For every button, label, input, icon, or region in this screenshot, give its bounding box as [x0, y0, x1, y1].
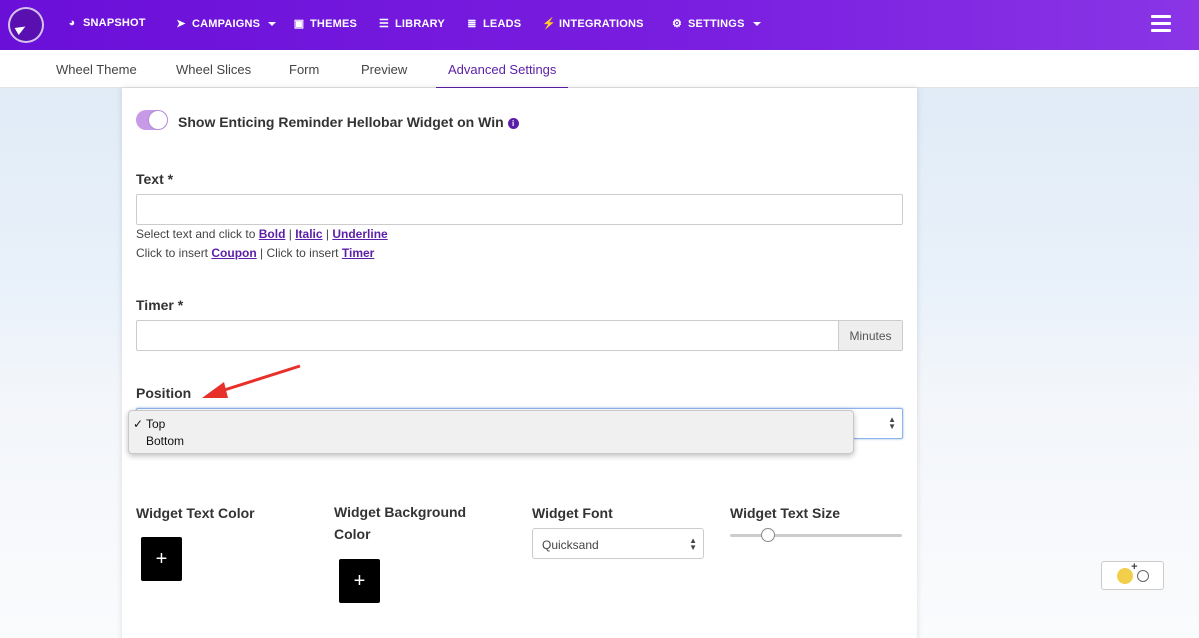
chevron-down-icon [752, 21, 761, 26]
timer-label: Timer * [136, 297, 184, 313]
nav-campaigns[interactable]: ➤ CAMPAIGNS [175, 17, 277, 30]
widget-bg-color-label: Widget Background Color [334, 504, 467, 542]
image-icon: ▣ [293, 18, 305, 30]
nav-themes[interactable]: ▣ THEMES [293, 17, 357, 31]
minutes-addon: Minutes [838, 321, 902, 350]
widget-font-select[interactable]: Quicksand ▲ ▼ [532, 528, 704, 559]
plug-icon: ⚡ [542, 18, 556, 30]
underline-link[interactable]: Underline [332, 227, 387, 241]
tab-preview[interactable]: Preview [361, 62, 407, 77]
bold-link[interactable]: Bold [259, 227, 286, 241]
library-icon: ☰ [378, 18, 390, 30]
hellobar-widget-toggle[interactable] [136, 110, 168, 130]
chevron-down-icon [268, 21, 277, 26]
tab-advanced-settings[interactable]: Advanced Settings [435, 62, 569, 89]
italic-link[interactable]: Italic [295, 227, 322, 241]
select-arrows-icon: ▲ ▼ [689, 536, 697, 552]
widget-font-label: Widget Font [532, 505, 613, 521]
dashboard-icon: ◕ [68, 17, 76, 29]
select-arrows-icon: ▲ ▼ [888, 415, 896, 431]
emoji-add-icon [1116, 561, 1138, 584]
nav-integrations[interactable]: ⚡ INTEGRATIONS [542, 17, 644, 31]
position-option-bottom[interactable]: Bottom [133, 434, 184, 448]
tab-form[interactable]: Form [289, 62, 319, 77]
nav-settings[interactable]: ⚙ SETTINGS [671, 17, 761, 30]
text-label: Text * [136, 171, 174, 187]
widget-text-size-track[interactable] [730, 534, 902, 537]
text-input[interactable] [136, 194, 903, 225]
nav-snapshot[interactable]: ◕ SNAPSHOT [66, 17, 146, 29]
cogs-icon: ⚙ [671, 18, 683, 30]
nav-library[interactable]: ☰ LIBRARY [378, 17, 445, 31]
top-navbar: ◕ SNAPSHOT ➤ CAMPAIGNS ▣ THEMES ☰ LIBRAR… [0, 0, 1199, 50]
info-icon[interactable]: i [507, 118, 519, 129]
insert-timer-link[interactable]: Timer [342, 246, 374, 260]
tab-wheel-theme[interactable]: Wheel Theme [56, 62, 137, 77]
text-helper: Select text and click to Bold | Italic |… [136, 227, 388, 260]
widget-text-size-label: Widget Text Size [730, 505, 841, 521]
checkmark-icon: ✓ [133, 417, 144, 431]
position-option-top[interactable]: ✓ Top [133, 417, 165, 431]
menu-icon[interactable] [1151, 15, 1171, 33]
timer-input[interactable]: Minutes [136, 320, 903, 351]
nav-leads[interactable]: ≣ LEADS [466, 17, 521, 31]
widget-text-size-thumb[interactable] [760, 528, 775, 542]
paper-plane-icon: ➤ [176, 18, 186, 30]
feedback-button[interactable] [1101, 561, 1164, 590]
position-dropdown-list: ✓ Top Bottom [128, 410, 854, 454]
hellobar-toggle-label: Show Enticing Reminder Hellobar Widget o… [178, 114, 519, 130]
annotation-arrow-icon [202, 364, 301, 398]
editor-tabs: Wheel Theme Wheel Slices Form Preview Ad… [0, 50, 1199, 89]
tab-wheel-slices[interactable]: Wheel Slices [176, 62, 251, 77]
position-label: Position [136, 385, 192, 401]
widget-text-color-button[interactable]: + [141, 537, 182, 581]
list-icon: ≣ [467, 18, 477, 30]
widget-bg-color-button[interactable]: + [339, 559, 380, 603]
widget-text-color-label: Widget Text Color [136, 505, 255, 521]
app-logo[interactable] [8, 7, 44, 43]
smiley-icon [1136, 569, 1149, 582]
insert-coupon-link[interactable]: Coupon [211, 246, 256, 260]
